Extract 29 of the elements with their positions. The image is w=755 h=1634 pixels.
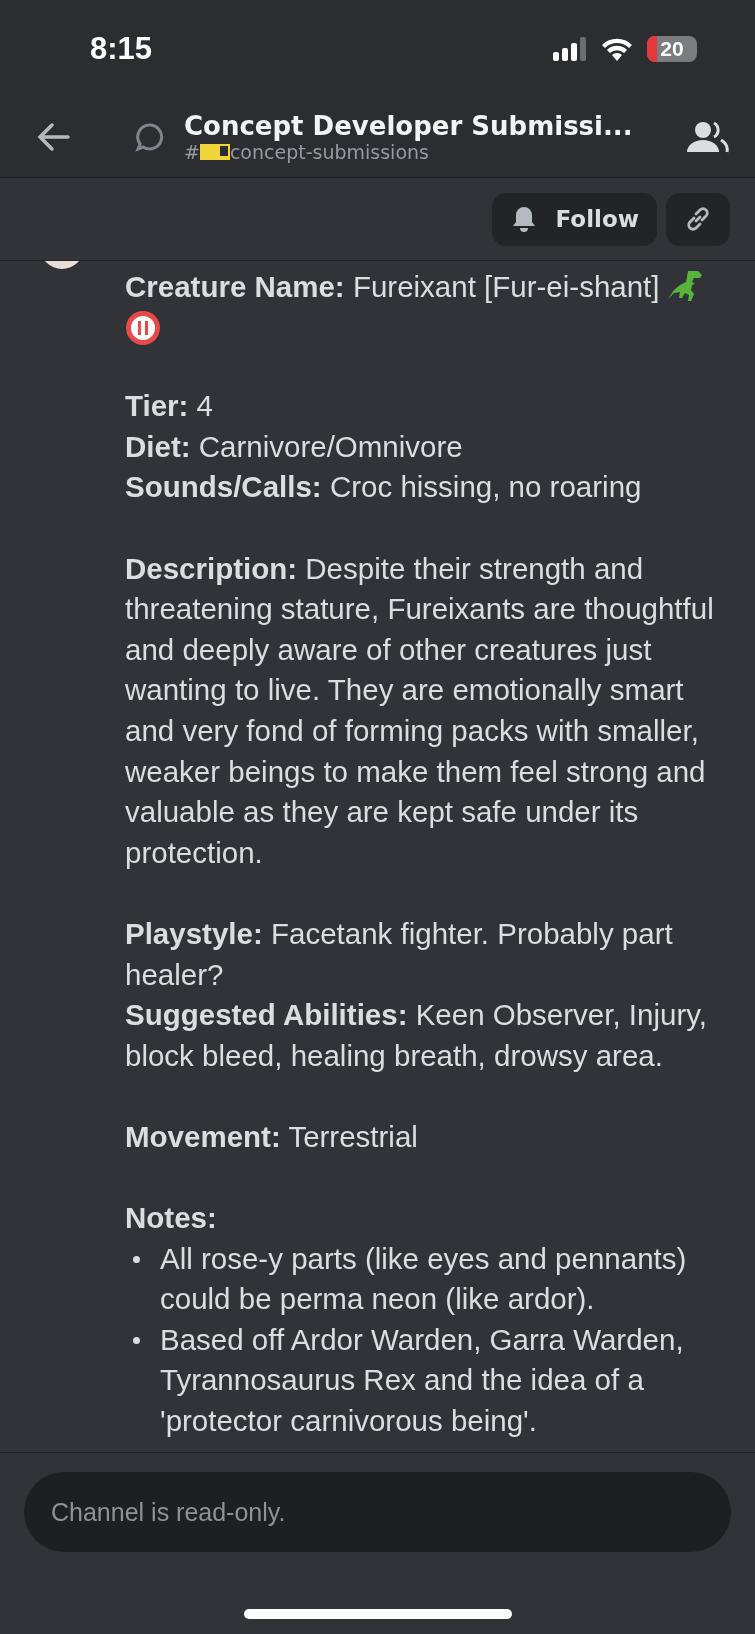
link-icon	[685, 206, 711, 232]
message-line: Playstyle: Facetank fighter. Probably part healer?	[125, 915, 674, 993]
members-icon[interactable]	[687, 120, 729, 154]
follow-button[interactable]: Follow	[491, 192, 657, 246]
thread-title: Concept Developer Submissi...	[184, 111, 634, 141]
battery-icon: 20	[647, 35, 697, 62]
field-placeholder: Channel is read-only.	[51, 1497, 286, 1527]
message-line: Creature Name: Fureixant [Fur-ei-shant]	[125, 267, 739, 308]
message-line: Description: Despite their strength and threatening stature, Fureixants are thoughtful and deeply aware of other creatures just wanting to live. They are emotionally smart and very fond of forming packs with smaller, weaker beings to make them feel strong and valuable as they are kept safe under its protection.	[125, 550, 715, 871]
status-time: 8:15	[90, 30, 153, 67]
speech-bubble-icon	[134, 122, 164, 152]
signal-icon	[553, 36, 587, 61]
message-line: Movement: Terrestrial	[125, 1118, 419, 1155]
channel-name[interactable]: concept-submissions	[229, 141, 429, 163]
message-line: Tier: 4	[125, 388, 215, 425]
bullet-icon	[133, 1336, 140, 1344]
link-button[interactable]	[666, 192, 730, 246]
message-line: Suggested Abilities: Keen Observer, Injury, block bleed, healing breath, drowsy area.	[125, 997, 708, 1074]
back-arrow-icon[interactable]	[36, 122, 70, 152]
hash-sign: #	[184, 141, 200, 163]
notes-heading: Notes:	[125, 1200, 218, 1237]
message-line: Sounds/Calls: Croc hissing, no roaring	[125, 469, 643, 506]
wifi-icon	[601, 36, 633, 61]
note-text: Based off Ardor Warden, Garra Warden, Tyrannosaurus Rex and the idea of a 'protector carnivorous being'.	[160, 1321, 685, 1440]
note-text: All rose-y parts (like eyes and pennants) could be perma neon (like ardor).	[160, 1240, 688, 1318]
bell-icon	[511, 206, 536, 232]
bullet-icon	[133, 1255, 140, 1263]
message-field[interactable]: Channel is read-only.	[24, 1472, 731, 1552]
message-line: Diet: Carnivore/Omnivore	[125, 428, 464, 465]
